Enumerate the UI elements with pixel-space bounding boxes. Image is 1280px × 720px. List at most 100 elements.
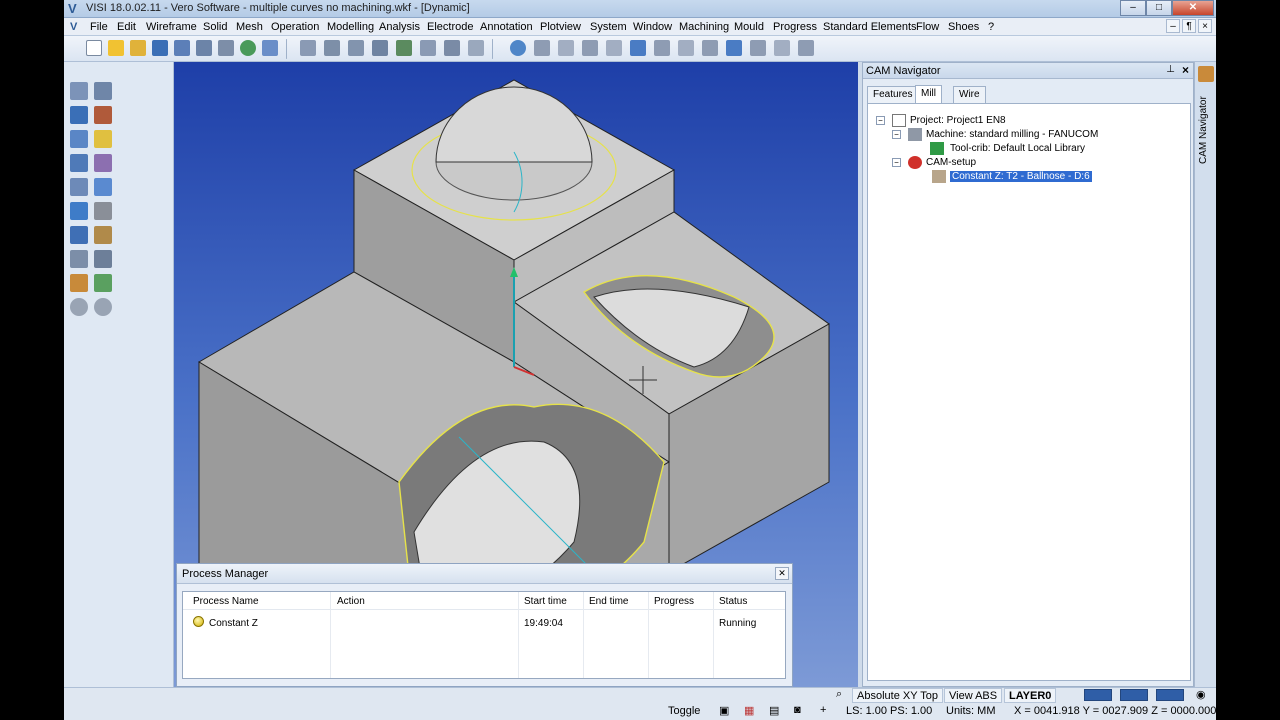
collapse-icon[interactable]: −	[892, 130, 901, 139]
menu-edit[interactable]: Edit	[117, 21, 136, 33]
arrow-left-icon[interactable]	[70, 298, 88, 316]
machining-tool-3-icon[interactable]	[348, 40, 364, 56]
tab-wire[interactable]: Wire	[953, 86, 986, 103]
plane-icon[interactable]	[70, 178, 88, 196]
zoom-icon[interactable]	[240, 40, 256, 56]
help-icon[interactable]	[70, 226, 88, 244]
menu-wireframe[interactable]: Wireframe	[146, 21, 197, 33]
add-icon[interactable]: +	[820, 704, 826, 716]
menu-window[interactable]: Window	[633, 21, 672, 33]
ortho-icon[interactable]: ▤	[769, 704, 779, 717]
menu-machining[interactable]: Machining	[679, 21, 729, 33]
fit-view-icon[interactable]	[70, 106, 88, 124]
collapse-icon[interactable]: −	[876, 116, 885, 125]
dynamic-view-icon[interactable]	[70, 154, 88, 172]
tree-item-operation[interactable]: Constant Z: T2 - Ballnose - D:6	[908, 170, 1168, 184]
machining-tool-2-icon[interactable]	[324, 40, 340, 56]
measure-icon[interactable]	[94, 154, 112, 172]
tab-features[interactable]: Features	[867, 86, 919, 103]
search-icon[interactable]: ⌕	[836, 688, 842, 701]
menu-modelling[interactable]: Modelling	[327, 21, 374, 33]
column-process-name[interactable]: Process Name	[193, 596, 259, 607]
pan-icon[interactable]	[94, 82, 112, 100]
menu-plotview[interactable]: Plotview	[540, 21, 581, 33]
cylinder-view-8-icon[interactable]	[702, 40, 718, 56]
maximize-button[interactable]: □	[1146, 0, 1172, 16]
layer-field[interactable]: LAYER0	[1004, 688, 1057, 703]
cylinder-view-10-icon[interactable]	[750, 40, 766, 56]
attributes-icon[interactable]	[94, 274, 112, 292]
collapse-icon[interactable]: −	[892, 158, 901, 167]
grid-icon[interactable]: ▦	[744, 704, 754, 717]
rotate-view-icon[interactable]	[70, 130, 88, 148]
close-button[interactable]: ✕	[1172, 0, 1214, 16]
mdi-restore-button[interactable]: ¶	[1182, 19, 1196, 33]
cylinder-view-3-icon[interactable]	[582, 40, 598, 56]
window-layout-icon[interactable]	[262, 40, 278, 56]
view-name-field[interactable]: Absolute XY Top	[852, 688, 943, 703]
redraw-icon[interactable]	[70, 202, 88, 220]
globe-icon[interactable]: ◉	[1196, 688, 1206, 701]
refresh-icon[interactable]	[510, 40, 526, 56]
process-manager-close-button[interactable]: ✕	[775, 567, 789, 580]
toggle-label[interactable]: Toggle	[668, 705, 700, 717]
table-row[interactable]: Constant Z 19:49:04 Running	[183, 614, 785, 632]
solid-box-icon[interactable]	[94, 202, 112, 220]
undo-delete-icon[interactable]	[94, 250, 112, 268]
column-status[interactable]: Status	[719, 596, 747, 607]
column-action[interactable]: Action	[337, 596, 365, 607]
pin-icon[interactable]: ⊥	[1166, 64, 1175, 75]
cylinder-view-2-icon[interactable]	[558, 40, 574, 56]
menu-annotation[interactable]: Annotation	[480, 21, 533, 33]
menu-system[interactable]: System	[590, 21, 627, 33]
column-start-time[interactable]: Start time	[524, 596, 567, 607]
panel-close-button[interactable]: ×	[1182, 63, 1189, 77]
machining-tool-4-icon[interactable]	[372, 40, 388, 56]
new-file-icon[interactable]	[86, 40, 102, 56]
cylinder-view-6-icon[interactable]	[654, 40, 670, 56]
record-icon[interactable]: ◙	[794, 704, 801, 716]
machining-tool-5-icon[interactable]	[396, 40, 412, 56]
column-progress[interactable]: Progress	[654, 596, 694, 607]
cam-navigator-tab-icon[interactable]	[1198, 66, 1214, 82]
surface-icon[interactable]	[94, 178, 112, 196]
open-file-icon[interactable]	[108, 40, 124, 56]
cylinder-view-11-icon[interactable]	[774, 40, 790, 56]
tree-item-toolcrib[interactable]: Tool-crib: Default Local Library	[908, 142, 1168, 156]
menu-flow[interactable]: Flow	[916, 21, 939, 33]
print-icon[interactable]	[218, 40, 234, 56]
menu-standard-elements[interactable]: Standard Elements	[823, 21, 917, 33]
dimension-icon[interactable]	[94, 226, 112, 244]
delete-icon[interactable]	[70, 250, 88, 268]
save-icon[interactable]	[152, 40, 168, 56]
column-end-time[interactable]: End time	[589, 596, 628, 607]
cylinder-view-4-icon[interactable]	[606, 40, 622, 56]
note-icon[interactable]	[94, 130, 112, 148]
tree-item-machine[interactable]: − Machine: standard milling - FANUCOM	[892, 128, 1182, 142]
paint-icon[interactable]	[70, 274, 88, 292]
cylinder-view-5-icon[interactable]	[630, 40, 646, 56]
menu-solid[interactable]: Solid	[203, 21, 227, 33]
export-icon[interactable]	[196, 40, 212, 56]
cylinder-view-1-icon[interactable]	[534, 40, 550, 56]
machining-tool-6-icon[interactable]	[420, 40, 436, 56]
cylinder-view-9-icon[interactable]	[726, 40, 742, 56]
menu-mesh[interactable]: Mesh	[236, 21, 263, 33]
cylinder-view-12-icon[interactable]	[798, 40, 814, 56]
menu-file[interactable]: File	[90, 21, 108, 33]
trim-icon[interactable]	[94, 106, 112, 124]
menu-electrode[interactable]: Electrode	[427, 21, 473, 33]
tab-mill[interactable]: Mill	[915, 85, 942, 104]
app-menu-icon[interactable]: V	[70, 21, 77, 33]
minimize-button[interactable]: –	[1120, 0, 1146, 16]
machining-tool-1-icon[interactable]	[300, 40, 316, 56]
mdi-close-button[interactable]: ×	[1198, 19, 1212, 33]
menu-analysis[interactable]: Analysis	[379, 21, 420, 33]
menu-progress[interactable]: Progress	[773, 21, 817, 33]
menu-help[interactable]: ?	[988, 21, 994, 33]
save-as-icon[interactable]	[174, 40, 190, 56]
color-swatch[interactable]	[1156, 689, 1184, 701]
color-swatch[interactable]	[1084, 689, 1112, 701]
zoom-window-icon[interactable]	[70, 82, 88, 100]
color-swatch[interactable]	[1120, 689, 1148, 701]
